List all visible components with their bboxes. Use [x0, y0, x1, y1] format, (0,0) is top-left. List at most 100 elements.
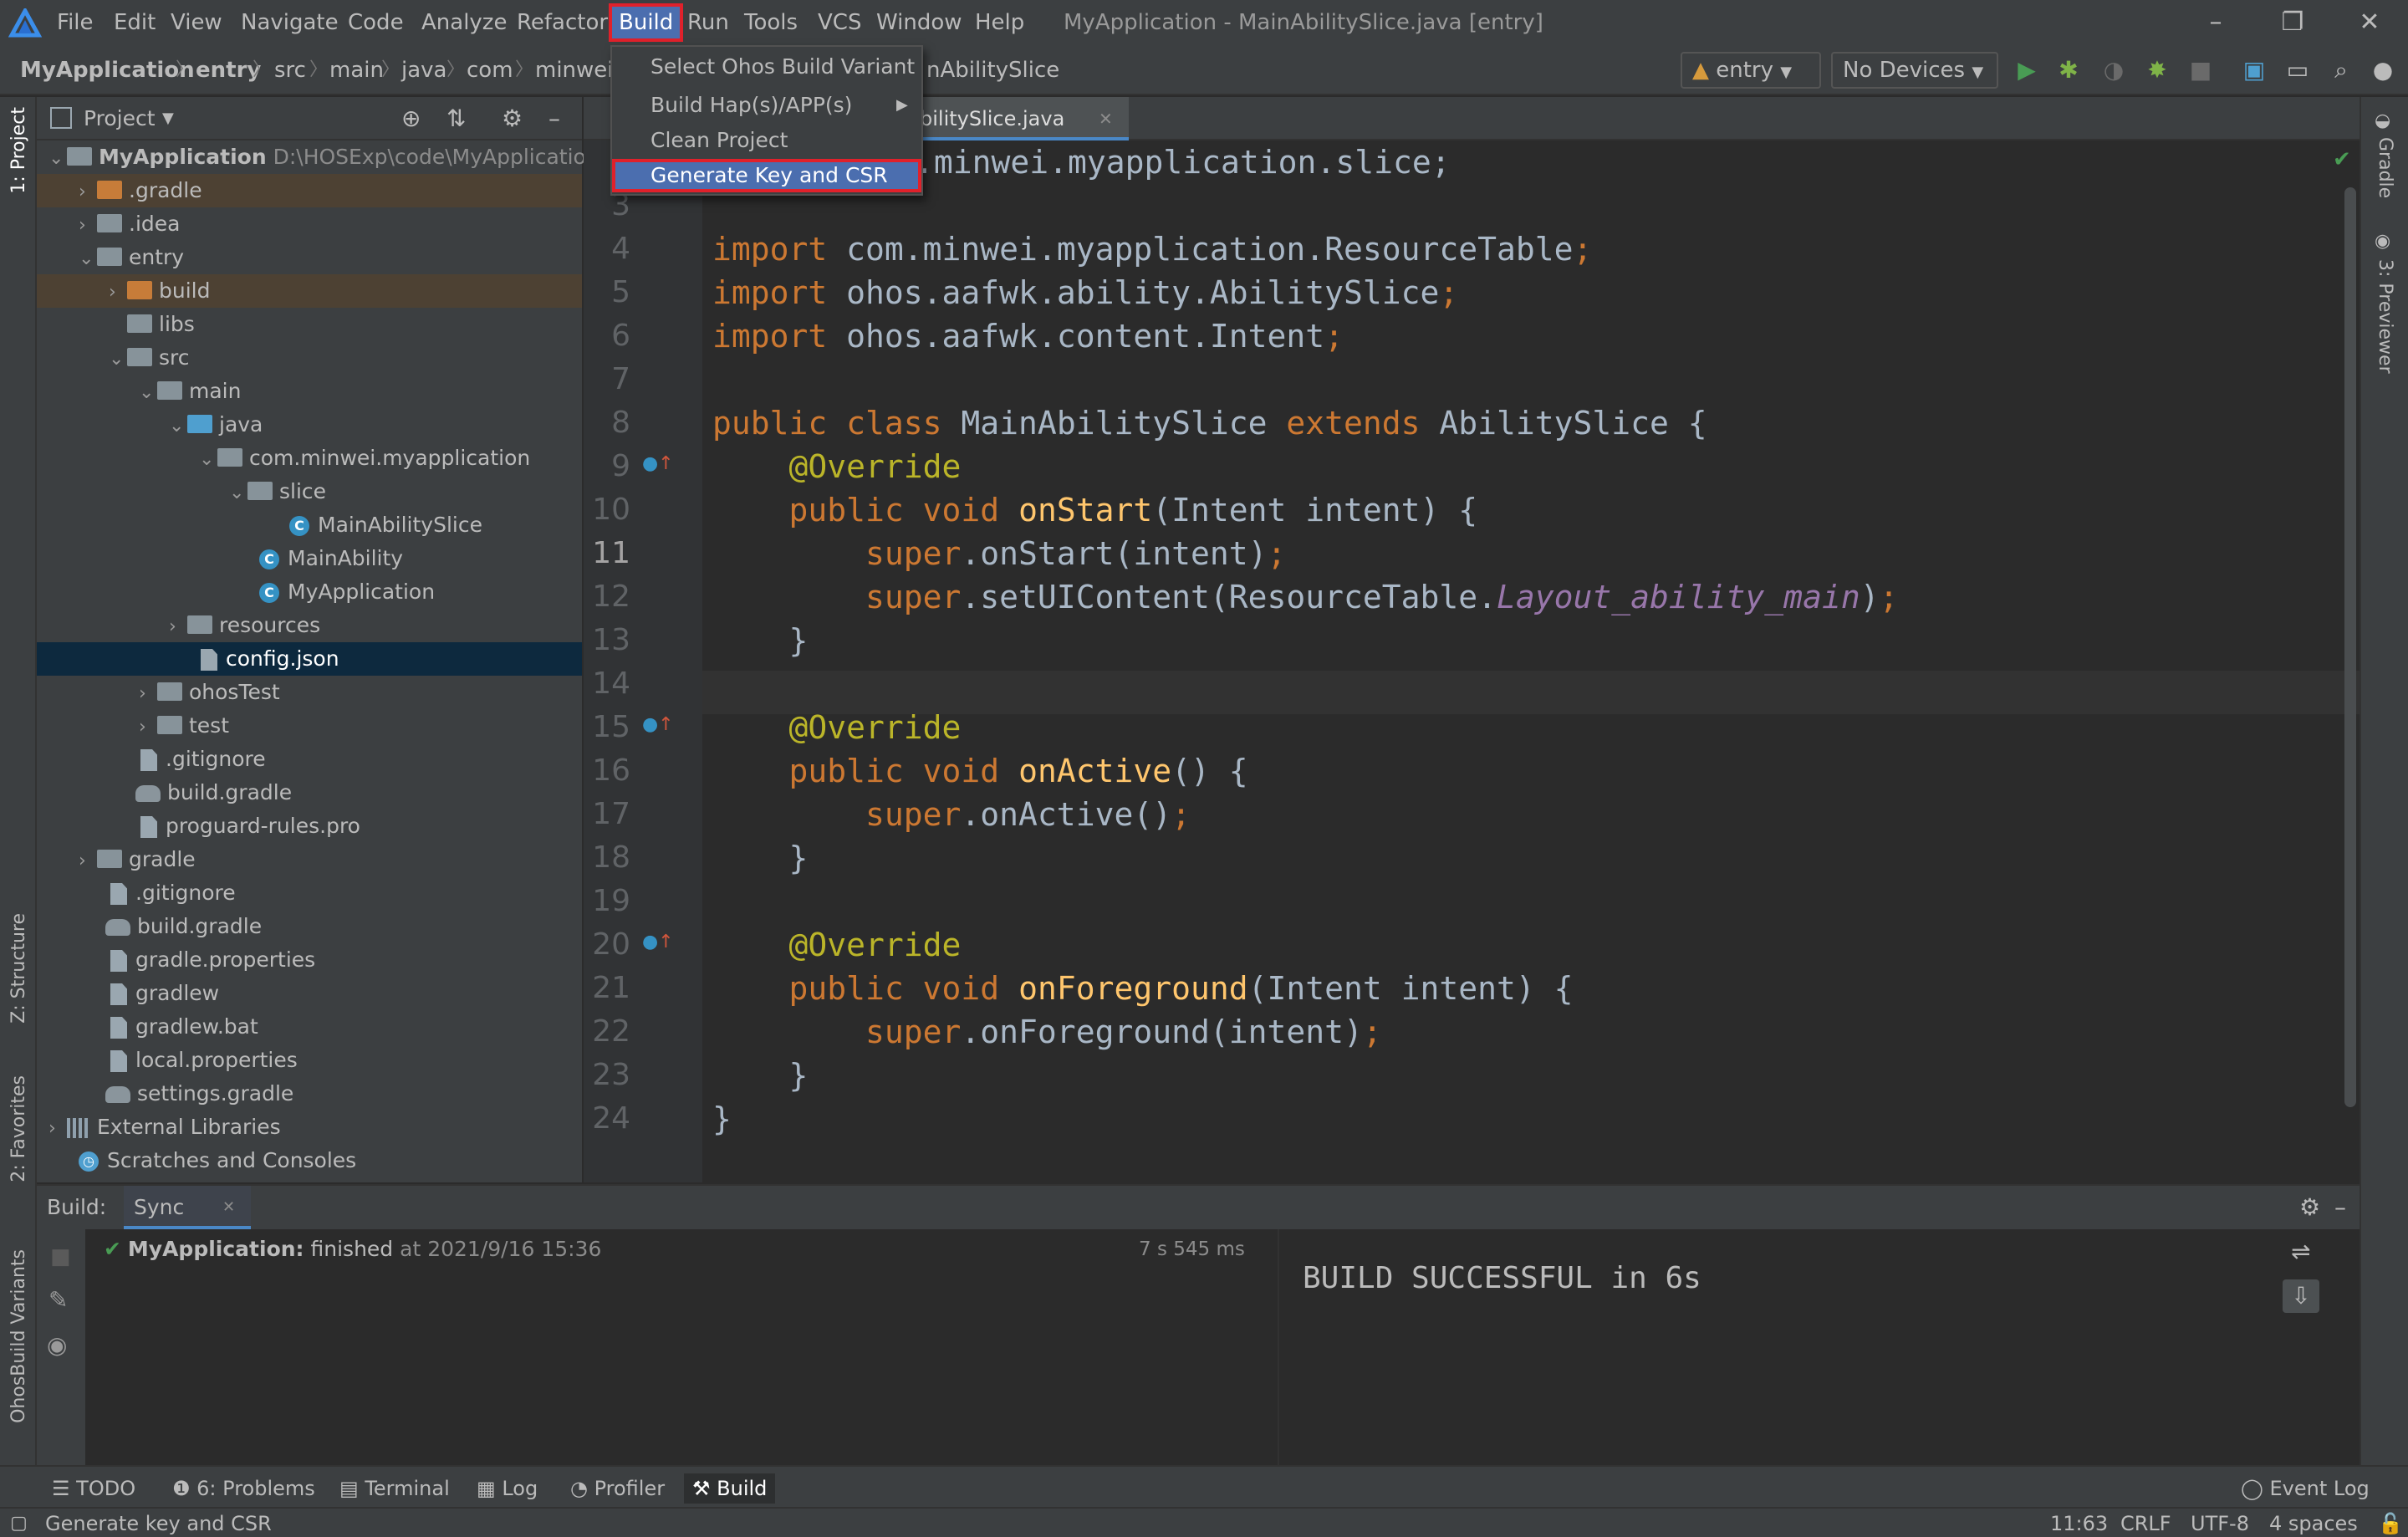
code-line-11[interactable]: super.setUIContent(ResourceTable.Layout_…: [712, 575, 1898, 619]
code-line-23[interactable]: }: [712, 1097, 732, 1141]
code-line-10[interactable]: super.onStart(intent);: [712, 532, 1286, 575]
build-result-row[interactable]: ✔ MyApplication: finished at 2021/9/16 1…: [104, 1233, 1274, 1266]
project-structure-icon[interactable]: ▣: [2237, 54, 2271, 87]
menu-window[interactable]: Window: [876, 7, 962, 38]
breadcrumb-com[interactable]: com: [467, 55, 513, 85]
tree-node-resources[interactable]: › resources: [37, 609, 582, 642]
attach-debugger-icon[interactable]: ◑: [2097, 54, 2130, 87]
menu-navigate[interactable]: Navigate: [241, 7, 339, 38]
pin-icon[interactable]: ✎: [48, 1286, 68, 1314]
tool-tab-problems[interactable]: ❶ 6: Problems: [164, 1473, 324, 1504]
tree-node-config-json[interactable]: config.json: [37, 642, 582, 676]
run-config-combo[interactable]: ▲ entry ▼: [1681, 52, 1821, 89]
debug-icon[interactable]: ✱: [2052, 54, 2085, 87]
event-log-button[interactable]: ◯ Event Log: [2232, 1473, 2378, 1504]
tree-node-java[interactable]: ⌄ java: [37, 408, 582, 442]
code-line-17[interactable]: }: [712, 836, 809, 880]
code-line-15[interactable]: public void onActive() {: [712, 749, 1248, 793]
collapse-all-icon[interactable]: ⇅: [446, 104, 466, 134]
scroll-to-end-icon[interactable]: ⇩: [2283, 1279, 2319, 1313]
tree-node-gradle-folder[interactable]: › gradle: [37, 843, 582, 876]
menu-run[interactable]: Run: [687, 7, 729, 38]
code-line-7[interactable]: public class MainAbilitySlice extends Ab…: [712, 401, 1707, 445]
account-icon[interactable]: ●: [2366, 54, 2400, 87]
tool-tab-favorites[interactable]: 2: Favorites: [8, 1075, 29, 1182]
menu-item-clean-project[interactable]: Clean Project: [612, 124, 921, 157]
code-line-21[interactable]: super.onForeground(intent);: [712, 1010, 1382, 1054]
tool-tab-profiler[interactable]: ◔ Profiler: [562, 1473, 673, 1504]
menu-vcs[interactable]: VCS: [818, 7, 861, 38]
menu-tools[interactable]: Tools: [744, 7, 798, 38]
caret-position[interactable]: 11:63: [2050, 1510, 2108, 1537]
profile-icon[interactable]: ✸: [2140, 54, 2174, 87]
close-icon[interactable]: ✕: [2348, 5, 2391, 40]
search-icon[interactable]: ⌕: [2324, 54, 2358, 87]
tool-tab-build[interactable]: ⚒ Build: [684, 1473, 776, 1504]
line-separator[interactable]: CRLF: [2120, 1510, 2171, 1537]
tree-node-gitignore-root[interactable]: .gitignore: [37, 876, 582, 910]
tool-tab-structure[interactable]: Z: Structure: [8, 913, 29, 1024]
code-line-3[interactable]: import com.minwei.myapplication.Resource…: [712, 227, 1592, 271]
tree-node-src[interactable]: ⌄ src: [37, 341, 582, 375]
override-marker-icon[interactable]: ●↑: [642, 453, 674, 482]
gear-icon[interactable]: ⚙: [2299, 1192, 2320, 1223]
tree-node-libs[interactable]: libs: [37, 308, 582, 341]
stop-icon[interactable]: ■: [2184, 54, 2217, 87]
breadcrumb-src[interactable]: src: [274, 55, 306, 85]
tool-tab-terminal[interactable]: ▤ Terminal: [331, 1473, 458, 1504]
locate-icon[interactable]: ⊕: [401, 104, 421, 134]
code-line-5[interactable]: import ohos.aafwk.content.Intent;: [712, 314, 1344, 358]
menu-item-generate-key-csr[interactable]: Generate Key and CSR: [612, 159, 921, 192]
inspection-ok-icon[interactable]: ✔: [2333, 147, 2351, 172]
editor-tab-mainabilityslice[interactable]: bilitySlice.java ✕: [910, 97, 1129, 140]
code-line-16[interactable]: super.onActive();: [712, 793, 1191, 836]
menu-code[interactable]: Code: [348, 7, 404, 38]
code-line-8[interactable]: @Override: [712, 445, 962, 488]
tool-tab-todo[interactable]: ☰ TODO: [43, 1473, 144, 1504]
close-tab-icon[interactable]: ✕: [222, 1192, 235, 1223]
tree-node-entry[interactable]: ⌄ entry: [37, 241, 582, 274]
tree-node-settings-gradle[interactable]: settings.gradle: [37, 1077, 582, 1111]
lock-icon[interactable]: 🔓: [2378, 1510, 2403, 1537]
tree-node-local-properties[interactable]: local.properties: [37, 1044, 582, 1077]
tool-tab-log[interactable]: ▦ Log: [468, 1473, 546, 1504]
tree-node-mainabilityslice[interactable]: C MainAbilitySlice: [37, 508, 582, 542]
breadcrumb-entry[interactable]: entry: [196, 55, 261, 85]
menu-edit[interactable]: Edit: [114, 7, 156, 38]
menu-file[interactable]: File: [57, 7, 94, 38]
breadcrumb-class[interactable]: nAbilitySlice: [926, 55, 1059, 85]
menu-item-select-build-variant[interactable]: Select Ohos Build Variant: [612, 50, 921, 84]
tree-node-main[interactable]: ⌄ main: [37, 375, 582, 408]
tool-tab-gradle[interactable]: Gradle: [2375, 137, 2395, 198]
tree-node-build-gradle-root[interactable]: build.gradle: [37, 910, 582, 943]
minimize-icon[interactable]: –: [2194, 5, 2237, 40]
tool-tab-project[interactable]: 1: Project: [8, 107, 29, 194]
tree-node-gradle-properties[interactable]: gradle.properties: [37, 943, 582, 977]
restore-icon[interactable]: ❐: [2271, 5, 2314, 40]
hide-panel-icon[interactable]: –: [2334, 1192, 2346, 1223]
soft-wrap-icon[interactable]: ⇌: [2291, 1238, 2310, 1265]
tree-node-idea[interactable]: › .idea: [37, 207, 582, 241]
tree-node-gitignore-entry[interactable]: .gitignore: [37, 743, 582, 776]
menu-item-build-haps[interactable]: Build Hap(s)/APP(s) ▶: [612, 89, 921, 122]
code-line-22[interactable]: }: [712, 1054, 809, 1097]
code-line-19[interactable]: @Override: [712, 923, 962, 967]
build-tab-sync[interactable]: Sync ✕: [124, 1186, 251, 1229]
override-marker-icon[interactable]: ●↑: [642, 714, 674, 743]
menu-help[interactable]: Help: [975, 7, 1024, 38]
tree-node-slice[interactable]: ⌄ slice: [37, 475, 582, 508]
gear-icon[interactable]: ⚙: [502, 104, 523, 134]
tree-node-ohostest[interactable]: › ohosTest: [37, 676, 582, 709]
run-icon[interactable]: ▶: [2010, 54, 2043, 87]
breadcrumb-main[interactable]: main: [329, 55, 384, 85]
file-encoding[interactable]: UTF-8: [2191, 1510, 2249, 1537]
device-manager-icon[interactable]: ▭: [2281, 54, 2314, 87]
menu-refactor[interactable]: Refactor: [517, 7, 608, 38]
tree-node-build-gradle-entry[interactable]: build.gradle: [37, 776, 582, 809]
tree-node-myapplication-class[interactable]: C MyApplication: [37, 575, 582, 609]
eye-icon[interactable]: ◉: [47, 1331, 67, 1359]
tree-node-build[interactable]: › build: [37, 274, 582, 308]
code-line-1[interactable]: .minwei.myapplication.slice;: [915, 140, 1451, 184]
tree-node-gradle-dir[interactable]: › .gradle: [37, 174, 582, 207]
toggle-tool-windows-icon[interactable]: ▢: [10, 1510, 28, 1537]
